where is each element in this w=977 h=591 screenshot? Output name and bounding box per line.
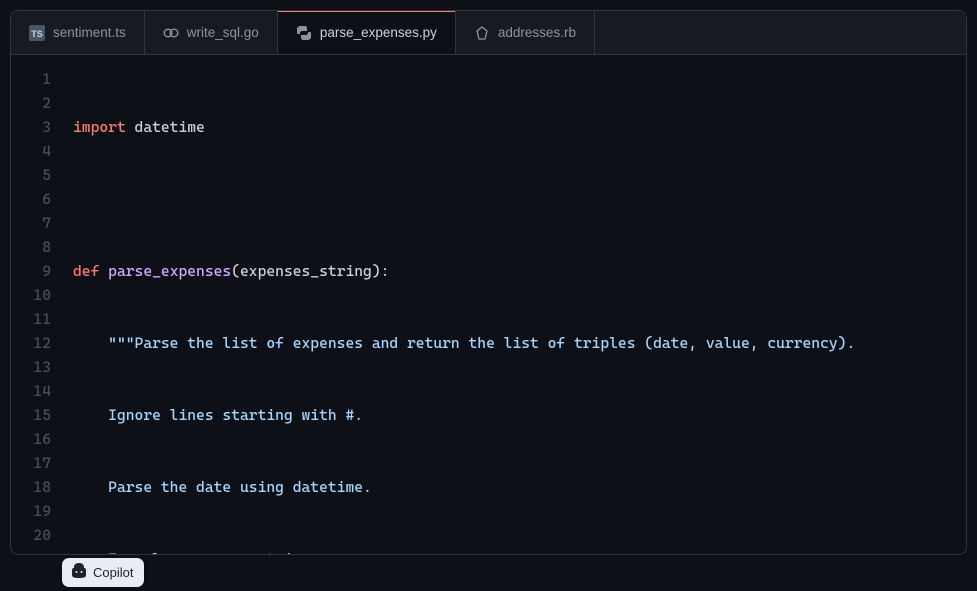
copilot-label: Copilot (93, 565, 133, 580)
tab-label: write_sql.go (187, 25, 259, 40)
tab-label: sentiment.ts (53, 25, 126, 40)
line-number: 5 (11, 163, 51, 187)
line-number: 11 (11, 307, 51, 331)
line-number: 7 (11, 211, 51, 235)
go-icon (163, 25, 179, 41)
tab-write-sql-go[interactable]: write_sql.go (145, 11, 278, 54)
line-number: 13 (11, 355, 51, 379)
line-number: 10 (11, 283, 51, 307)
code-line: Parse the date using datetime. (61, 475, 966, 499)
line-number: 9 (11, 259, 51, 283)
rb-icon (474, 25, 490, 41)
copilot-icon (71, 563, 87, 582)
copilot-badge[interactable]: Copilot (62, 558, 144, 587)
ts-icon: TS (29, 25, 45, 41)
line-number: 8 (11, 235, 51, 259)
line-number: 20 (11, 523, 51, 547)
line-number: 19 (11, 499, 51, 523)
code-line: def parse_expenses(expenses_string): (61, 259, 966, 283)
tab-sentiment-ts[interactable]: TS sentiment.ts (11, 11, 145, 54)
line-number: 2 (11, 91, 51, 115)
line-number: 3 (11, 115, 51, 139)
line-number: 1 (11, 67, 51, 91)
line-number: 6 (11, 187, 51, 211)
line-number: 17 (11, 451, 51, 475)
line-number: 12 (11, 331, 51, 355)
code-line: Ignore lines starting with #. (61, 403, 966, 427)
svg-text:TS: TS (31, 29, 43, 39)
tab-label: addresses.rb (498, 25, 576, 40)
line-number: 15 (11, 403, 51, 427)
line-number: 18 (11, 475, 51, 499)
line-number: 16 (11, 427, 51, 451)
editor-window: TS sentiment.ts write_sql.go parse_expen… (10, 10, 967, 555)
tab-bar: TS sentiment.ts write_sql.go parse_expen… (11, 11, 966, 55)
code-area[interactable]: import datetime def parse_expenses(expen… (61, 67, 966, 555)
code-line: Example expenses_string: (61, 547, 966, 555)
line-number-gutter: 1 2 3 4 5 6 7 8 9 10 11 12 13 14 15 16 1… (11, 67, 61, 555)
code-line (61, 187, 966, 211)
tab-label: parse_expenses.py (320, 25, 437, 40)
code-editor[interactable]: 1 2 3 4 5 6 7 8 9 10 11 12 13 14 15 16 1… (11, 55, 966, 555)
py-icon (296, 25, 312, 41)
code-line: """Parse the list of expenses and return… (61, 331, 966, 355)
line-number: 4 (11, 139, 51, 163)
tab-addresses-rb[interactable]: addresses.rb (456, 11, 595, 54)
code-line: import datetime (61, 115, 966, 139)
line-number: 14 (11, 379, 51, 403)
tab-parse-expenses-py[interactable]: parse_expenses.py (278, 11, 456, 54)
